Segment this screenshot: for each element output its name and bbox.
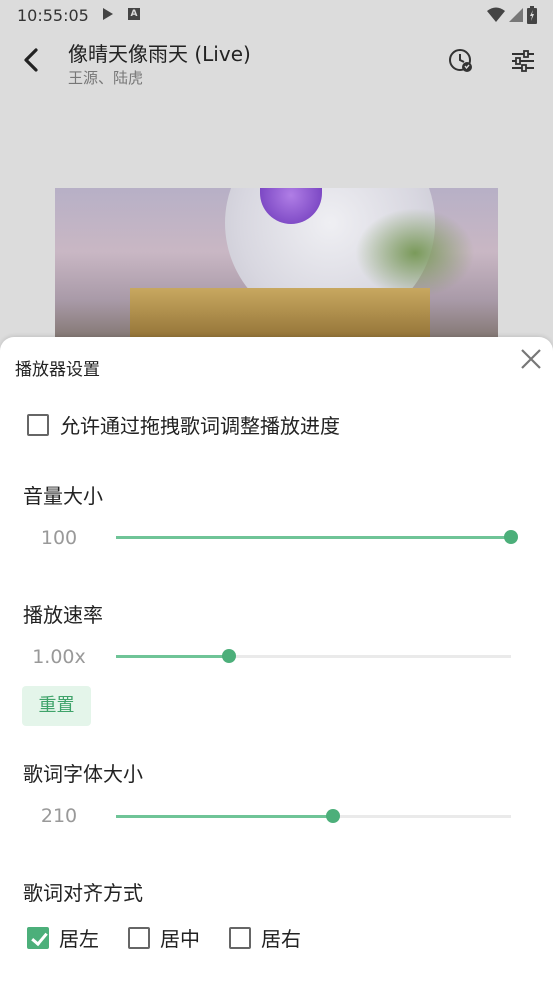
back-icon <box>24 48 38 72</box>
align-center-checkbox[interactable] <box>128 926 150 949</box>
lyric-align-label: 歌词对齐方式 <box>23 881 143 905</box>
battery-icon <box>527 6 537 24</box>
player-settings-sheet: 播放器设置 允许通过拖拽歌词调整播放进度 音量大小 100 播放速率 1.00x… <box>0 337 553 984</box>
reset-speed-button[interactable]: 重置 <box>22 686 91 726</box>
a-badge-icon: A <box>128 8 140 20</box>
lyric-font-value: 210 <box>40 805 78 827</box>
back-button[interactable] <box>16 44 48 76</box>
close-button[interactable] <box>519 347 543 371</box>
lyric-align-options: 居左 居中 居右 <box>27 923 330 952</box>
drag-seek-option[interactable]: 允许通过拖拽歌词调整播放进度 <box>27 410 340 439</box>
sleep-timer-button[interactable] <box>446 46 476 76</box>
drag-seek-label: 允许通过拖拽歌词调整播放进度 <box>60 414 340 438</box>
lyric-font-slider-thumb[interactable] <box>326 809 341 823</box>
speed-slider[interactable] <box>116 646 511 666</box>
song-title: 像晴天像雨天 (Live) <box>68 42 251 66</box>
lyric-font-label: 歌词字体大小 <box>23 762 143 786</box>
wifi-icon <box>487 7 505 22</box>
align-center-option[interactable]: 居中 <box>128 923 200 952</box>
volume-value: 100 <box>40 527 78 549</box>
speed-slider-thumb[interactable] <box>221 649 236 663</box>
system-icons <box>487 6 537 24</box>
speed-value: 1.00x <box>32 646 86 668</box>
song-artists: 王源、陆虎 <box>68 69 144 87</box>
align-right-checkbox[interactable] <box>229 926 251 949</box>
lyric-font-slider[interactable] <box>116 806 511 826</box>
signal-icon <box>509 8 523 22</box>
align-center-label: 居中 <box>160 927 200 951</box>
equalizer-icon <box>512 50 534 72</box>
align-right-label: 居右 <box>261 927 301 951</box>
album-cover <box>55 188 498 348</box>
volume-slider-thumb[interactable] <box>504 530 518 544</box>
volume-label: 音量大小 <box>23 484 103 508</box>
align-right-option[interactable]: 居右 <box>229 923 301 952</box>
speed-label: 播放速率 <box>23 603 103 627</box>
align-left-option[interactable]: 居左 <box>27 923 99 952</box>
align-left-label: 居左 <box>59 927 99 951</box>
status-time: 10:55:05 <box>17 6 89 25</box>
drag-seek-checkbox[interactable] <box>27 413 49 436</box>
align-left-checkbox[interactable] <box>27 926 49 949</box>
album-foliage-graphic <box>355 208 475 298</box>
sheet-title: 播放器设置 <box>15 360 100 380</box>
player-header: 像晴天像雨天 (Live) 王源、陆虎 <box>0 32 553 92</box>
speed-slider-fill <box>116 655 229 658</box>
sleep-timer-icon <box>449 49 472 72</box>
play-icon <box>103 8 113 20</box>
close-icon <box>521 349 541 369</box>
status-bar: 10:55:05 A <box>0 0 553 32</box>
volume-slider-fill <box>116 536 511 539</box>
equalizer-button[interactable] <box>508 46 538 76</box>
lyric-font-slider-fill <box>116 815 334 818</box>
volume-slider[interactable] <box>116 527 518 547</box>
